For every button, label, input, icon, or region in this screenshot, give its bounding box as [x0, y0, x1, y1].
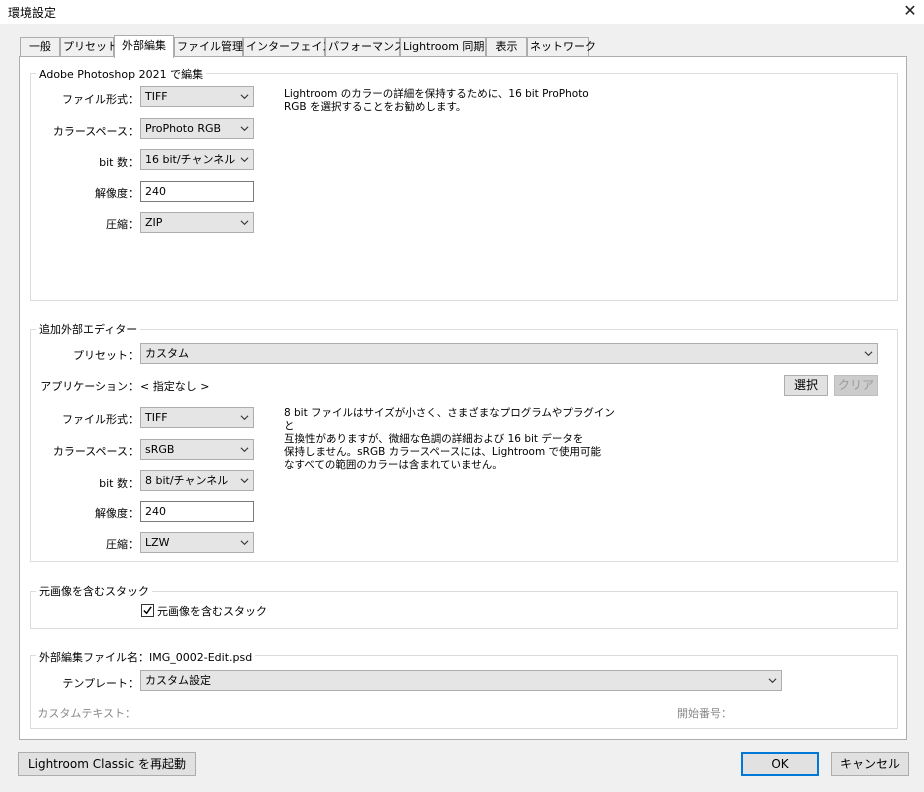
tab-presets[interactable]: プリセット — [60, 37, 118, 57]
cancel-button[interactable]: キャンセル — [831, 752, 909, 776]
ae-bit-depth-value: 8 bit/チャンネル — [145, 474, 229, 487]
chevron-down-icon — [768, 678, 777, 684]
ae-note-line: 保持しません。sRGB カラースペースには、Lightroom で使用可能 — [284, 446, 602, 458]
ae-resolution-input[interactable]: 240 — [140, 501, 254, 522]
ae-color-space-value: sRGB — [145, 443, 175, 456]
ps-recommendation-note: Lightroom のカラーの詳細を保持するために、16 bit ProPhot… — [284, 88, 614, 114]
ps-note-line: RGB を選択することをお勧めします。 — [284, 101, 467, 113]
custom-text-label: カスタムテキスト： — [37, 707, 136, 720]
ps-color-space-select[interactable]: ProPhoto RGB — [140, 118, 254, 139]
ps-bit-depth-select[interactable]: 16 bit/チャンネル — [140, 149, 254, 170]
additional-editor-title: 追加外部エディター — [36, 321, 141, 337]
window-title: 環境設定 — [8, 6, 57, 20]
tab-panel: Adobe Photoshop 2021 で編集 ファイル形式： TIFF カラ… — [19, 56, 907, 740]
ps-file-format-value: TIFF — [145, 90, 168, 103]
naming-group-title: 外部編集ファイル名：IMG_0002-Edit.psd — [36, 649, 256, 665]
template-label: テンプレート： — [62, 677, 139, 690]
ae-bit-depth-label: bit 数： — [99, 477, 139, 490]
tab-external-editing[interactable]: 外部編集 — [114, 35, 174, 58]
tab-file-handling[interactable]: ファイル管理 — [174, 37, 243, 57]
chevron-down-icon — [240, 157, 249, 163]
ae-note-line: 8 bit ファイルはサイズが小さく、さまざまなプログラムやプラグインと — [284, 407, 615, 432]
tab-general[interactable]: 一般 — [20, 37, 60, 57]
tab-network[interactable]: ネットワーク — [527, 37, 596, 57]
ps-color-space-label: カラースペース： — [52, 125, 139, 138]
ae-file-format-label: ファイル形式： — [62, 413, 139, 426]
chevron-down-icon — [240, 478, 249, 484]
chevron-down-icon — [240, 415, 249, 421]
choose-button[interactable]: 選択 — [784, 375, 828, 396]
tab-performance[interactable]: パフォーマンス — [325, 37, 405, 57]
tab-display[interactable]: 表示 — [486, 37, 527, 57]
ae-compression-select[interactable]: LZW — [140, 532, 254, 553]
chevron-down-icon — [240, 540, 249, 546]
ae-file-format-select[interactable]: TIFF — [140, 407, 254, 428]
title-bar: 環境設定 ✕ — [0, 0, 924, 24]
ps-file-format-select[interactable]: TIFF — [140, 86, 254, 107]
ps-bit-depth-value: 16 bit/チャンネル — [145, 153, 236, 166]
ae-color-space-label: カラースペース： — [52, 445, 139, 458]
ae-file-format-value: TIFF — [145, 411, 168, 424]
template-select[interactable]: カスタム設定 — [140, 670, 782, 691]
chevron-down-icon — [864, 351, 873, 357]
ok-button[interactable]: OK — [741, 752, 819, 776]
chevron-down-icon — [240, 94, 249, 100]
ae-resolution-label: 解像度： — [95, 507, 139, 520]
ps-resolution-input[interactable]: 240 — [140, 181, 254, 202]
application-value: < 指定なし > — [140, 380, 210, 393]
ps-note-line: Lightroom のカラーの詳細を保持するために、16 bit ProPhot… — [284, 88, 589, 100]
photoshop-group-title: Adobe Photoshop 2021 で編集 — [36, 66, 207, 82]
naming-group — [30, 655, 898, 729]
ps-file-format-label: ファイル形式： — [62, 93, 139, 106]
ps-resolution-label: 解像度： — [95, 187, 139, 200]
ps-compression-label: 圧縮： — [106, 218, 139, 231]
chevron-down-icon — [240, 447, 249, 453]
close-icon[interactable]: ✕ — [896, 0, 924, 24]
tab-lightroom-sync[interactable]: Lightroom 同期 — [400, 37, 486, 57]
template-value: カスタム設定 — [145, 674, 211, 687]
stack-checkbox-label[interactable]: 元画像を含むスタック — [157, 603, 267, 619]
checkmark-icon — [143, 606, 152, 615]
tab-interface[interactable]: インターフェイス — [243, 37, 333, 57]
ae-note-line: なすべての範囲のカラーは含まれていません。 — [284, 459, 503, 471]
ae-info-note: 8 bit ファイルはサイズが小さく、さまざまなプログラムやプラグインと 互換性… — [284, 407, 624, 472]
ps-color-space-value: ProPhoto RGB — [145, 122, 222, 135]
start-number-label: 開始番号： — [677, 707, 732, 720]
ae-compression-label: 圧縮： — [106, 538, 139, 551]
application-label: アプリケーション： — [40, 380, 139, 393]
restart-button[interactable]: Lightroom Classic を再起動 — [18, 752, 196, 776]
ps-compression-select[interactable]: ZIP — [140, 212, 254, 233]
chevron-down-icon — [240, 126, 249, 132]
ae-bit-depth-select[interactable]: 8 bit/チャンネル — [140, 470, 254, 491]
ae-note-line: 互換性がありますが、微細な色調の詳細および 16 bit データを — [284, 433, 584, 445]
preset-select[interactable]: カスタム — [140, 343, 878, 364]
preset-value: カスタム — [145, 347, 189, 360]
clear-button[interactable]: クリア — [834, 375, 878, 396]
ae-compression-value: LZW — [145, 536, 170, 549]
ps-compression-value: ZIP — [145, 216, 163, 229]
stack-checkbox[interactable] — [141, 604, 154, 617]
preset-label: プリセット： — [73, 349, 139, 362]
chevron-down-icon — [240, 220, 249, 226]
ae-color-space-select[interactable]: sRGB — [140, 439, 254, 460]
stack-group-title: 元画像を含むスタック — [36, 583, 152, 599]
ps-bit-depth-label: bit 数： — [99, 156, 139, 169]
